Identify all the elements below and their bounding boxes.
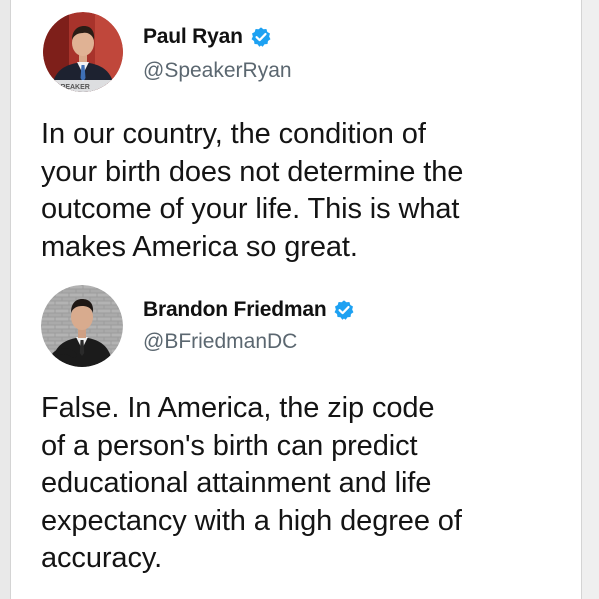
verified-badge-icon: [335, 300, 354, 320]
avatar[interactable]: [41, 285, 123, 367]
verified-badge-icon: [251, 27, 271, 47]
tweet-text: In our country, the condition of your bi…: [41, 118, 464, 263]
author-row: Paul Ryan: [143, 25, 272, 49]
display-name[interactable]: Paul Ryan: [143, 25, 243, 49]
person-photo-icon: [41, 285, 123, 367]
person-photo-icon: SPEAKER: [43, 12, 123, 92]
user-handle[interactable]: @BFriedmanDC: [143, 330, 297, 354]
tweet-screenshot: SPEAKER Paul Ryan @SpeakerRyan In our co…: [10, 0, 582, 599]
author-row: Brandon Friedman: [143, 298, 355, 322]
tweet-text: False. In America, the zip code of a per…: [41, 392, 462, 574]
user-handle[interactable]: @SpeakerRyan: [143, 59, 292, 83]
avatar-caption: SPEAKER: [56, 84, 90, 91]
avatar[interactable]: SPEAKER: [43, 12, 123, 92]
tweet-card: Brandon Friedman @BFriedmanDC False. In …: [11, 285, 581, 599]
background-strip: [582, 0, 599, 599]
tweet-card: SPEAKER Paul Ryan @SpeakerRyan In our co…: [11, 0, 581, 285]
display-name[interactable]: Brandon Friedman: [143, 298, 327, 322]
